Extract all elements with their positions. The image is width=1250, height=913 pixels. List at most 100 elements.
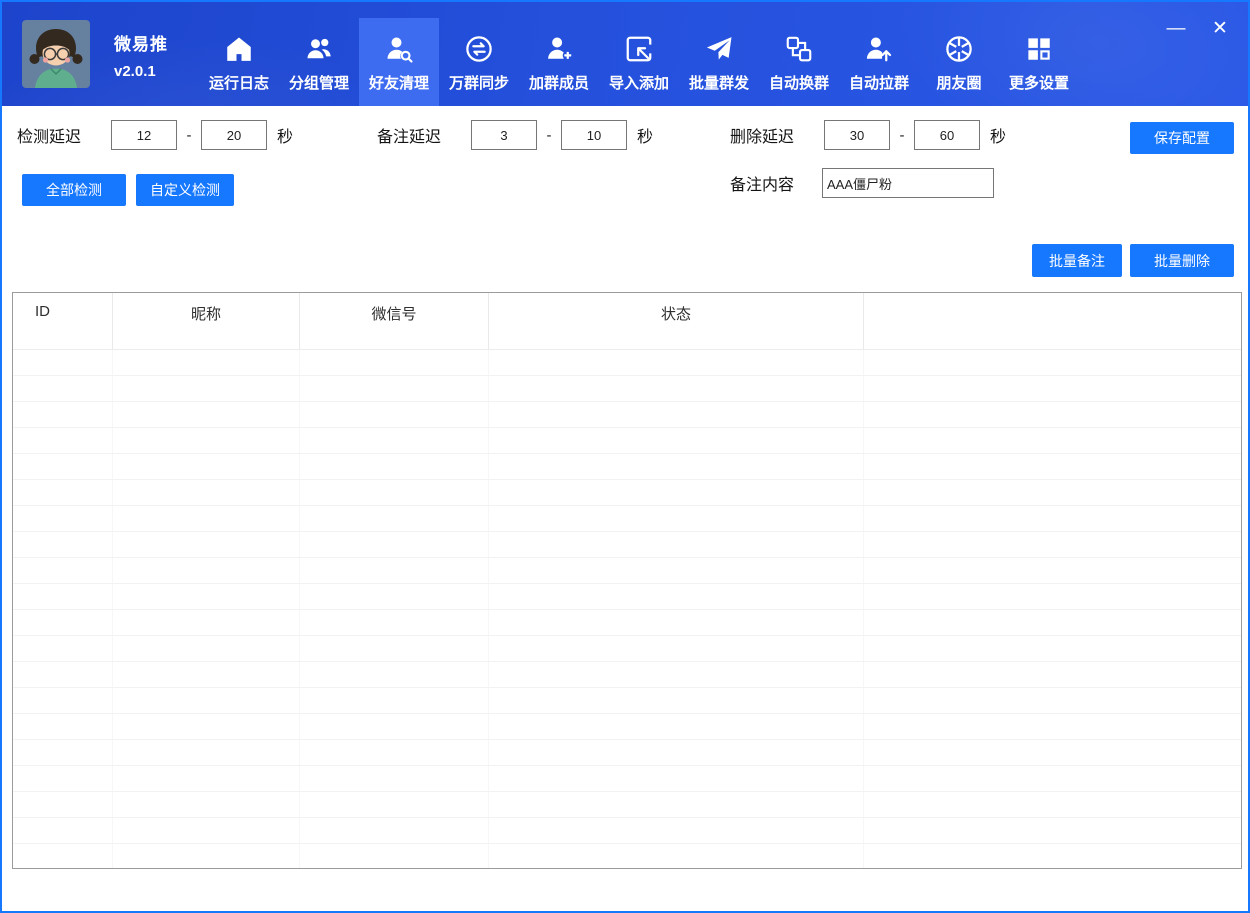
cell-id (13, 688, 113, 713)
cell-status (489, 454, 864, 479)
cell-nickname (113, 376, 300, 401)
table-header: ID 昵称 微信号 状态 (13, 293, 1241, 350)
table-row (13, 792, 1241, 818)
cell-extra (864, 688, 1241, 713)
range-dash: - (177, 127, 201, 144)
remark-content-input[interactable] (822, 168, 994, 198)
cell-extra (864, 454, 1241, 479)
table-row (13, 532, 1241, 558)
nav-item-label: 朋友圈 (936, 72, 981, 93)
nav-item[interactable]: 自动换群 (759, 18, 839, 106)
cell-wechat-id (300, 610, 489, 635)
import-icon (623, 33, 655, 65)
delete-delay-min-input[interactable] (824, 120, 890, 150)
table-column-header: ID (13, 293, 113, 349)
moments-icon (943, 33, 975, 65)
table-column-header (864, 293, 1241, 349)
remark-delay-label: 备注延迟 (377, 123, 461, 147)
detect-all-button[interactable]: 全部检测 (22, 174, 126, 206)
table-row (13, 376, 1241, 402)
table-column-header: 昵称 (113, 293, 300, 349)
cell-extra (864, 818, 1241, 843)
nav-item-label: 万群同步 (449, 72, 509, 93)
save-config-button[interactable]: 保存配置 (1130, 122, 1234, 154)
cell-wechat-id (300, 740, 489, 765)
nav-item-label: 导入添加 (609, 72, 669, 93)
cell-nickname (113, 454, 300, 479)
cell-status (489, 350, 864, 375)
brand-text: 微易推 v2.0.1 (114, 20, 168, 88)
cell-extra (864, 740, 1241, 765)
cell-id (13, 610, 113, 635)
cell-id (13, 454, 113, 479)
cell-extra (864, 844, 1241, 869)
nav-item[interactable]: 分组管理 (279, 18, 359, 106)
nav-item[interactable]: 批量群发 (679, 18, 759, 106)
cell-id (13, 558, 113, 583)
nav-item-label: 自动拉群 (849, 72, 909, 93)
cell-extra (864, 662, 1241, 687)
table-body (13, 350, 1241, 869)
remark-delay-max-input[interactable] (561, 120, 627, 150)
cell-nickname (113, 584, 300, 609)
brand: 微易推 v2.0.1 (22, 20, 168, 88)
cell-status (489, 636, 864, 661)
nav-item[interactable]: 加群成员 (519, 18, 599, 106)
table-row (13, 610, 1241, 636)
cell-nickname (113, 740, 300, 765)
app-avatar (22, 20, 90, 88)
minimize-button[interactable]: — (1162, 14, 1190, 42)
table-row (13, 506, 1241, 532)
nav-item[interactable]: 更多设置 (999, 18, 1079, 106)
cell-status (489, 610, 864, 635)
close-button[interactable]: ✕ (1206, 14, 1234, 42)
cell-extra (864, 558, 1241, 583)
batch-delete-button[interactable]: 批量删除 (1130, 244, 1234, 277)
delete-delay-max-input[interactable] (914, 120, 980, 150)
nav-item[interactable]: 自动拉群 (839, 18, 919, 106)
cell-nickname (113, 350, 300, 375)
nav-item-label: 分组管理 (289, 72, 349, 93)
pull-group-icon (863, 33, 895, 65)
sync-icon (463, 33, 495, 65)
cell-wechat-id (300, 662, 489, 687)
nav-item-label: 自动换群 (769, 72, 829, 93)
nav-item[interactable]: 导入添加 (599, 18, 679, 106)
cell-status (489, 714, 864, 739)
batch-remark-button[interactable]: 批量备注 (1032, 244, 1122, 277)
cell-id (13, 350, 113, 375)
nav-item[interactable]: 朋友圈 (919, 18, 999, 106)
cell-extra (864, 376, 1241, 401)
table-row (13, 558, 1241, 584)
cell-status (489, 584, 864, 609)
nav-item-label: 运行日志 (209, 72, 269, 93)
groups-icon (303, 33, 335, 65)
cell-extra (864, 402, 1241, 427)
table-row (13, 402, 1241, 428)
cell-extra (864, 584, 1241, 609)
table-row (13, 818, 1241, 844)
nav-item[interactable]: 好友清理 (359, 18, 439, 106)
table-row (13, 454, 1241, 480)
app-header: 微易推 v2.0.1 运行日志 分组管理 好友清理 (2, 2, 1248, 106)
cell-status (489, 740, 864, 765)
cell-id (13, 792, 113, 817)
table-row (13, 662, 1241, 688)
table-row (13, 740, 1241, 766)
detect-delay-min-input[interactable] (111, 120, 177, 150)
cell-status (489, 818, 864, 843)
cell-extra (864, 714, 1241, 739)
cell-wechat-id (300, 558, 489, 583)
remark-delay-min-input[interactable] (471, 120, 537, 150)
nav-item[interactable]: 万群同步 (439, 18, 519, 106)
custom-detect-button[interactable]: 自定义检测 (136, 174, 234, 206)
cell-nickname (113, 428, 300, 453)
cell-wechat-id (300, 428, 489, 453)
detect-delay-max-input[interactable] (201, 120, 267, 150)
cell-status (489, 506, 864, 531)
table-column-header: 微信号 (300, 293, 489, 349)
nav-item[interactable]: 运行日志 (199, 18, 279, 106)
cell-status (489, 532, 864, 557)
cell-nickname (113, 402, 300, 427)
table-row (13, 714, 1241, 740)
